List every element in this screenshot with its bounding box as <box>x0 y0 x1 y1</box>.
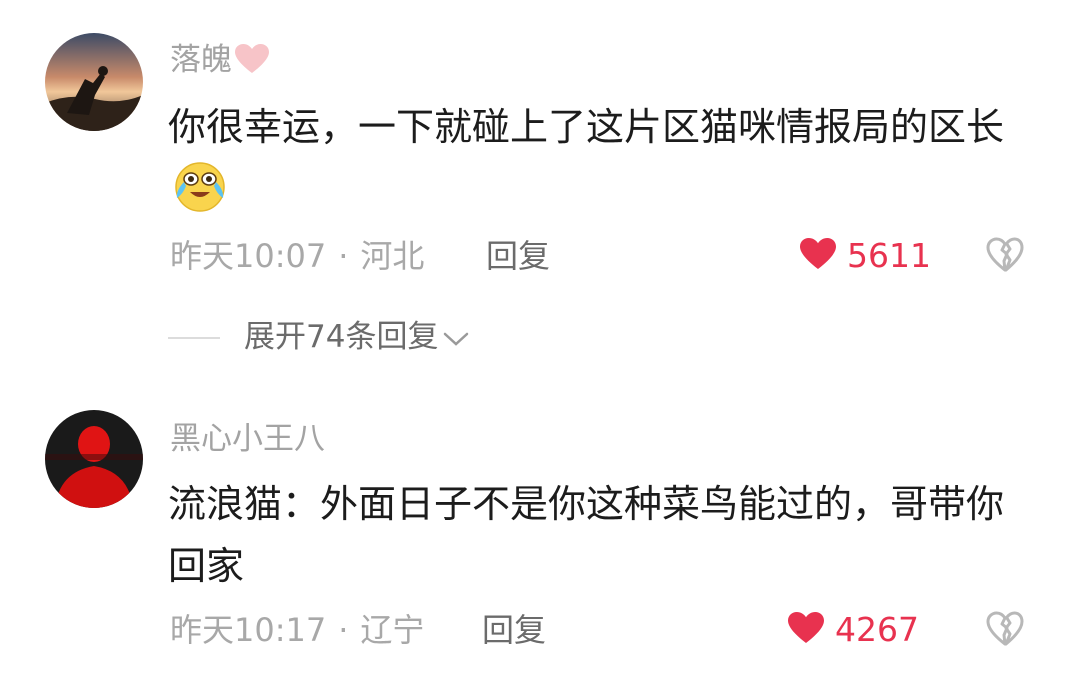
reply-button[interactable]: 回复 <box>486 236 550 276</box>
comment-body: 流浪猫：外面日子不是你这种菜鸟能过的，哥带你回家 <box>168 482 1005 588</box>
comment-text: 流浪猫：外面日子不是你这种菜鸟能过的，哥带你回家 <box>168 473 1028 597</box>
username-text[interactable]: 落魄 <box>170 42 232 78</box>
broken-heart-icon <box>986 611 1024 651</box>
chevron-down-icon <box>442 319 470 359</box>
divider <box>168 337 220 339</box>
meta-separator: · <box>338 237 349 275</box>
broken-heart-icon <box>986 237 1024 277</box>
timestamp: 昨天10:17 <box>170 611 327 649</box>
comment-meta: 昨天10:07 · 河北 <box>170 236 424 276</box>
like-button[interactable]: 5611 <box>799 236 931 276</box>
username[interactable]: 落魄 <box>170 40 270 85</box>
crying-laughing-emoji-icon <box>170 158 230 232</box>
location: 辽宁 <box>360 611 425 649</box>
red-heart-icon <box>799 237 837 275</box>
reply-button[interactable]: 回复 <box>482 610 546 650</box>
dislike-button[interactable] <box>986 611 1024 651</box>
avatar[interactable] <box>45 33 143 131</box>
avatar[interactable] <box>45 410 143 508</box>
timestamp: 昨天10:07 <box>170 237 327 275</box>
expand-replies-button[interactable]: 展开74条回复 <box>244 317 470 359</box>
username[interactable]: 黑心小王八 <box>170 419 325 459</box>
comment-meta: 昨天10:17 · 辽宁 <box>170 610 424 650</box>
like-button[interactable]: 4267 <box>787 610 919 650</box>
location: 河北 <box>360 237 425 275</box>
red-heart-icon <box>787 611 825 649</box>
pink-heart-icon <box>234 43 270 85</box>
like-count: 5611 <box>847 236 931 275</box>
meta-separator: · <box>338 611 349 649</box>
comment-text: 你很幸运，一下就碰上了这片区猫咪情报局的区长 <box>168 96 1028 232</box>
like-count: 4267 <box>835 610 919 649</box>
expand-replies-label: 展开74条回复 <box>244 319 439 355</box>
comment-body: 你很幸运，一下就碰上了这片区猫咪情报局的区长 <box>168 105 1005 149</box>
dislike-button[interactable] <box>986 237 1024 277</box>
